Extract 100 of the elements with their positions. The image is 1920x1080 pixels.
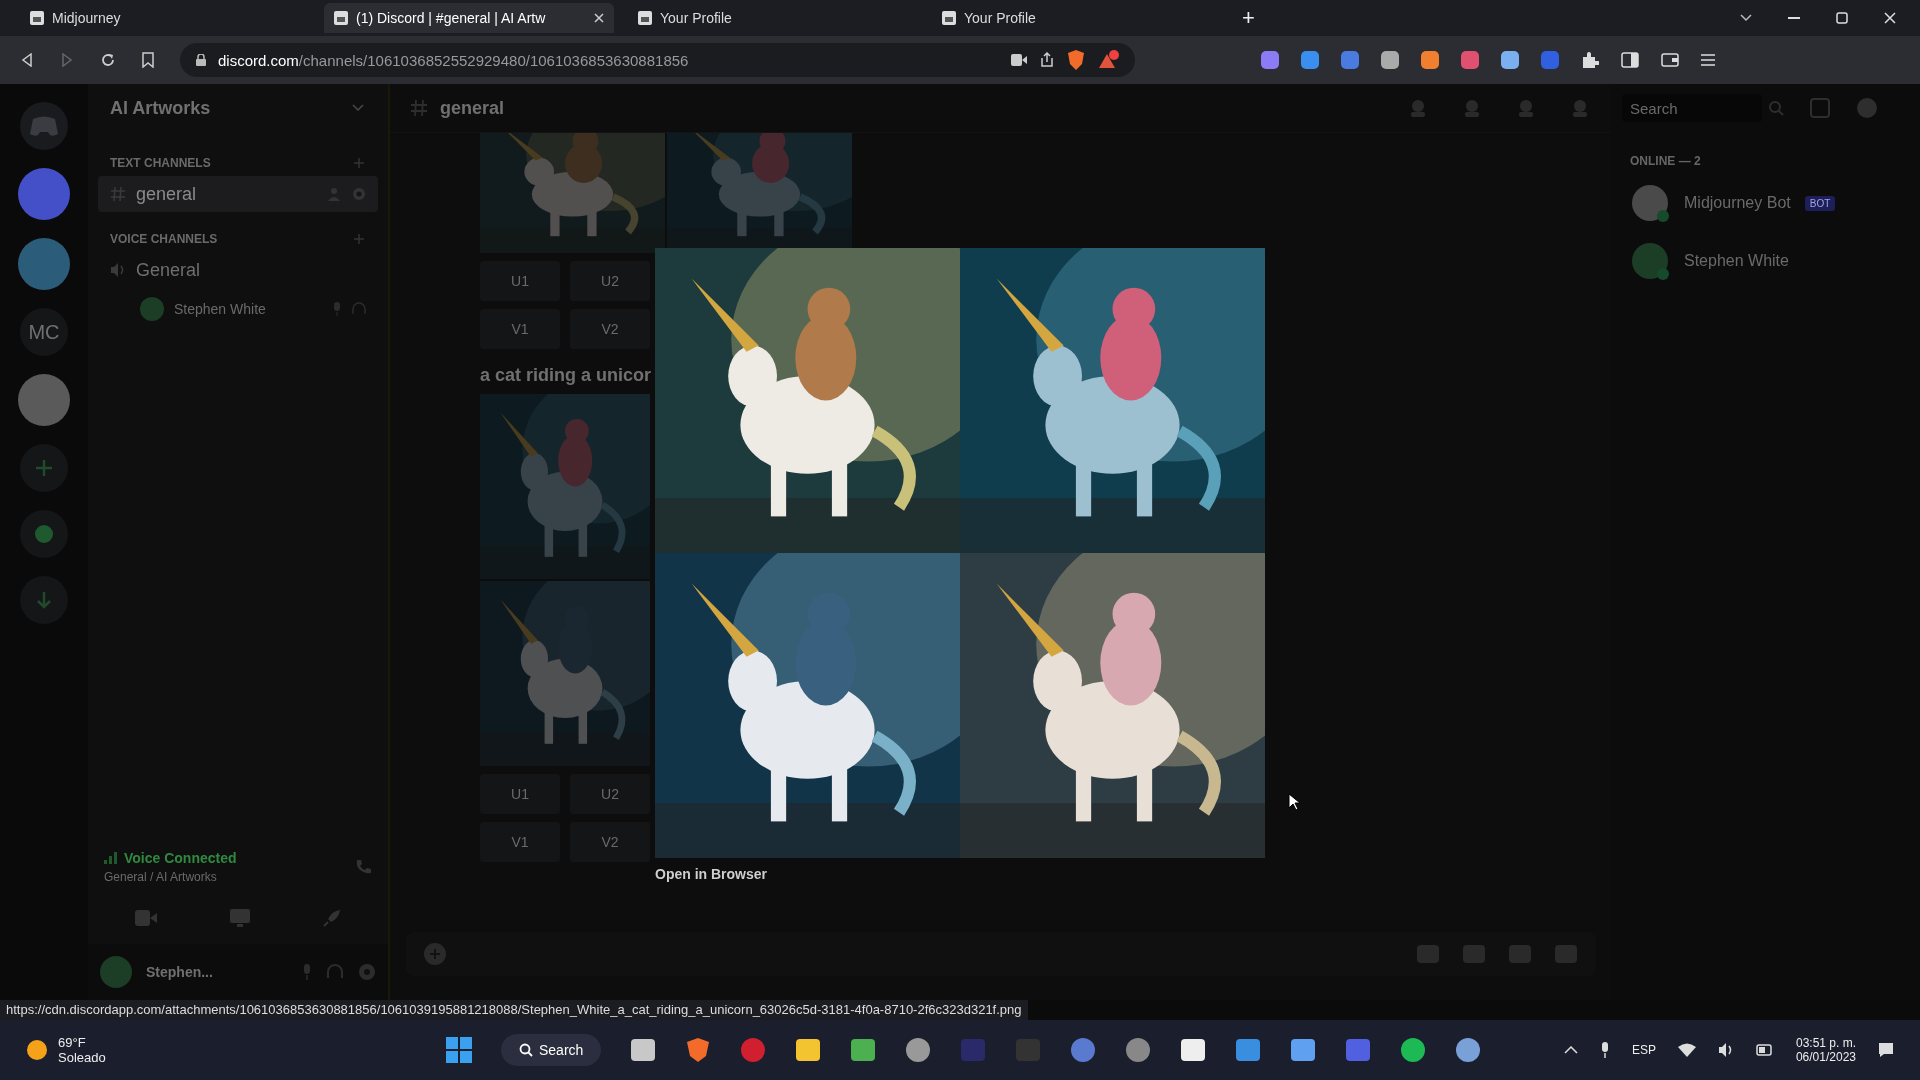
speaker-icon (110, 262, 126, 278)
extension-icon[interactable] (1301, 51, 1319, 69)
browser-tab[interactable]: Midjourney (20, 3, 310, 33)
extension-icon[interactable] (1461, 51, 1479, 69)
music-circle-icon[interactable] (1400, 1037, 1427, 1063)
lion-shield-icon[interactable] (685, 1037, 712, 1063)
back-icon[interactable] (20, 53, 34, 67)
server-avatar[interactable] (18, 374, 70, 426)
chevron-icon[interactable] (1740, 14, 1752, 22)
member-item[interactable]: Midjourney Bot BOT (1630, 180, 1900, 226)
wallet-icon[interactable] (1661, 52, 1679, 68)
channel-title: general (440, 97, 505, 119)
camera-icon[interactable] (1011, 54, 1027, 66)
mic-icon (332, 302, 342, 316)
voice-location[interactable]: General / AI Artworks (104, 870, 237, 884)
bookmark-icon[interactable] (142, 52, 154, 68)
channel-item[interactable]: General (98, 252, 378, 288)
window-icon[interactable] (630, 1037, 657, 1063)
menu-icon[interactable] (1701, 53, 1715, 67)
sun-icon (26, 1039, 48, 1061)
user-avatar (140, 297, 164, 321)
compass-icon[interactable] (20, 510, 68, 558)
upscale-button[interactable]: V1 (480, 822, 560, 862)
extension-icon[interactable] (1541, 51, 1559, 69)
share-icon[interactable] (1039, 52, 1055, 68)
chevron-up-icon[interactable] (1563, 1046, 1578, 1054)
browser-tab[interactable]: Your Profile (628, 3, 918, 33)
open-in-browser-link[interactable]: Open in Browser (655, 866, 768, 882)
page-icon (942, 11, 956, 25)
language-indicator[interactable]: ESP (1631, 1043, 1656, 1057)
puzzle-icon[interactable] (1581, 51, 1599, 69)
mail-icon[interactable] (1235, 1037, 1262, 1063)
server-name[interactable]: AI Artworks (110, 97, 211, 119)
upscale-button[interactable]: V1 (480, 309, 560, 349)
address-field[interactable]: discord.com/channels/1061036852552929480/1061036853630881856 (180, 43, 1135, 77)
search-icon (1768, 100, 1784, 116)
search-field[interactable]: Search (1622, 94, 1762, 122)
headphones-icon (352, 302, 366, 316)
reload-icon[interactable] (100, 52, 116, 68)
speaker-icon[interactable] (1717, 1043, 1734, 1057)
triangle-icon[interactable] (1097, 50, 1119, 70)
mouse-pointer-icon (1288, 793, 1300, 811)
user-avatar (1630, 183, 1670, 223)
folder-icon[interactable] (795, 1037, 822, 1063)
weather-condition: Soleado (58, 1050, 106, 1065)
voice-status-text: Voice Connected (124, 850, 237, 866)
restore-icon[interactable] (1836, 12, 1848, 24)
lion-shield-icon[interactable] (1067, 50, 1085, 70)
hash-icon (110, 186, 126, 202)
upscale-button[interactable]: U1 (480, 774, 560, 814)
temperature: 69°F (58, 1035, 87, 1050)
category-label[interactable]: TEXT CHANNELS (110, 156, 211, 170)
upscale-button[interactable]: V2 (570, 822, 650, 862)
search-icon (519, 1043, 533, 1057)
app-icon[interactable] (850, 1037, 877, 1063)
browser-tab[interactable]: Your Profile (932, 3, 1222, 33)
clock-date[interactable]: 06/01/2023 (1795, 1050, 1856, 1064)
hash-icon (410, 99, 428, 117)
wifi-icon[interactable] (1677, 1043, 1696, 1057)
add-server-icon[interactable] (20, 444, 68, 492)
page-icon (334, 11, 348, 25)
user-avatar (1630, 241, 1670, 281)
sidebar-icon[interactable] (1621, 52, 1639, 68)
voice-member-name[interactable]: Stephen White (174, 301, 266, 317)
close-icon[interactable] (1884, 12, 1896, 24)
member-item[interactable]: Stephen White (1630, 238, 1900, 284)
bot-tag: BOT (1804, 195, 1836, 211)
signal-icon (104, 852, 118, 864)
upscale-button[interactable]: U2 (570, 261, 650, 301)
extension-icon[interactable] (1421, 51, 1439, 69)
upscale-button[interactable]: V2 (570, 309, 650, 349)
extension-icon[interactable] (1381, 51, 1399, 69)
download-icon[interactable] (20, 576, 68, 624)
battery-icon[interactable] (1755, 1043, 1774, 1057)
store-icon[interactable] (1290, 1037, 1317, 1063)
notification-icon[interactable] (1878, 1042, 1894, 1058)
windows-start-icon[interactable] (446, 1037, 472, 1063)
page-icon (30, 11, 44, 25)
app-icon[interactable] (1180, 1037, 1207, 1063)
new-tab-button[interactable]: + (1236, 5, 1261, 31)
extension-icon[interactable] (1501, 51, 1519, 69)
server-avatar[interactable] (18, 168, 70, 220)
members-heading: ONLINE — 2 (1630, 154, 1702, 168)
url-text: discord.com/channels/1061036852552929480/1061036853630881856 (218, 51, 689, 69)
server-initials[interactable]: MC (20, 308, 68, 356)
close-icon[interactable] (594, 13, 604, 23)
prompt-text: a cat riding a unicor (480, 365, 653, 386)
category-label[interactable]: VOICE CHANNELS (110, 232, 218, 246)
clock-time[interactable]: 03:51 p. m. (1795, 1036, 1856, 1050)
mic-icon[interactable] (1599, 1042, 1610, 1058)
extension-icon[interactable] (1261, 51, 1279, 69)
forward-icon[interactable] (60, 53, 74, 67)
browser-tab[interactable]: (1) Discord | #general | AI Artw (324, 3, 614, 33)
user-name[interactable]: Stephen... (146, 964, 213, 980)
server-avatar[interactable] (18, 238, 70, 290)
upscale-button[interactable]: U2 (570, 774, 650, 814)
upscale-button[interactable]: U1 (480, 261, 560, 301)
extension-icon[interactable] (1341, 51, 1359, 69)
status-url: https://cdn.discordapp.com/attachments/1061036853630881856/1061039195881218088/Stephen_White_a_cat_riding_a_unicorn_63026c5d-3181-4f0a-8710-2f6c323d321f.png (0, 1000, 1028, 1020)
search-button[interactable]: Search (501, 1034, 602, 1066)
